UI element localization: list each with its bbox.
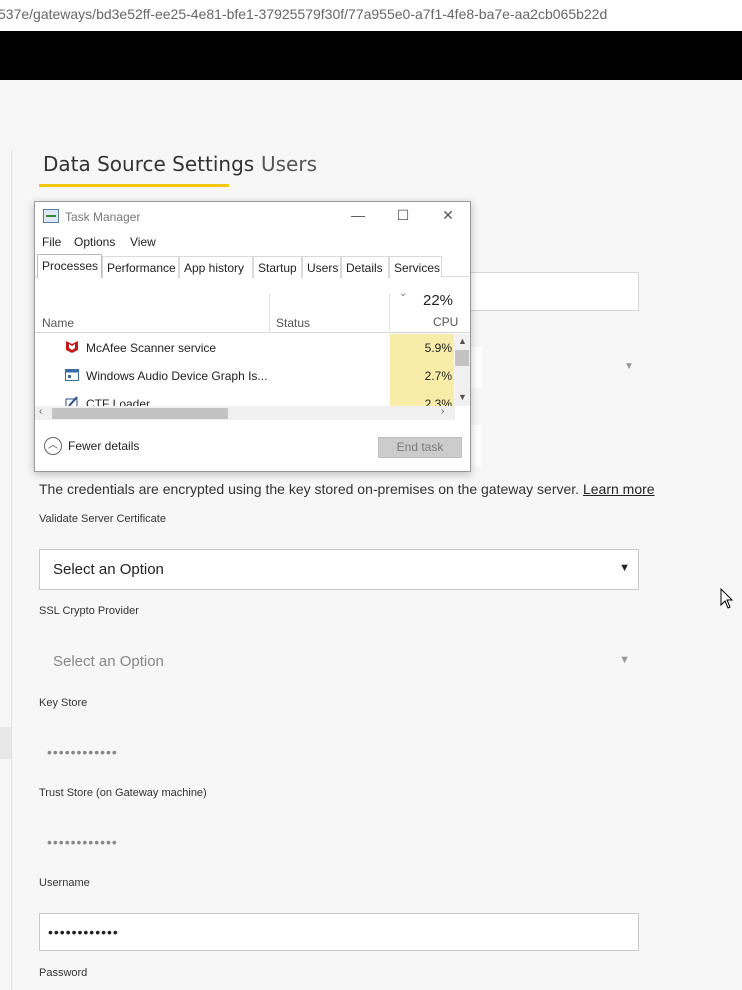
- table-row[interactable]: McAfee Scanner service 5.9%: [35, 334, 455, 362]
- validate-cert-select[interactable]: Select an Option ▼: [39, 549, 639, 590]
- active-tab-indicator: [39, 184, 229, 187]
- scroll-left-icon[interactable]: ‹: [39, 406, 42, 417]
- scroll-up-icon[interactable]: ▲: [458, 336, 467, 346]
- app-window-icon: [65, 369, 79, 381]
- left-nav-handle[interactable]: [0, 727, 11, 759]
- minimize-icon[interactable]: —: [346, 207, 370, 227]
- process-name: Windows Audio Device Graph Is...: [86, 369, 268, 383]
- tab-users[interactable]: Users: [261, 152, 317, 176]
- column-divider: [389, 293, 390, 333]
- ssl-provider-label: SSL Crypto Provider: [39, 605, 139, 617]
- tab-processes[interactable]: Processes: [37, 254, 102, 278]
- key-store-label: Key Store: [39, 697, 88, 709]
- column-name[interactable]: Name: [42, 316, 74, 330]
- menu-file[interactable]: File: [42, 235, 61, 249]
- scroll-right-icon[interactable]: ›: [441, 406, 444, 417]
- column-status[interactable]: Status: [276, 316, 310, 330]
- top-app-bar: [0, 31, 742, 80]
- mcafee-icon: [66, 341, 78, 353]
- ctf-loader-icon: [65, 396, 78, 406]
- password-label: Password: [39, 967, 88, 979]
- ssl-provider-select[interactable]: Select an Option ▼: [39, 641, 639, 682]
- end-task-button[interactable]: End task: [378, 437, 462, 458]
- close-icon[interactable]: ✕: [436, 207, 460, 227]
- menu-options[interactable]: Options: [74, 235, 115, 249]
- left-divider: [11, 150, 12, 990]
- ssl-provider-value: Select an Option: [53, 653, 164, 670]
- tab-users-tm[interactable]: Users: [302, 256, 341, 278]
- process-name: McAfee Scanner service: [86, 341, 217, 355]
- vertical-scroll-thumb[interactable]: [455, 350, 469, 366]
- vertical-scrollbar[interactable]: ▲ ▼: [455, 334, 470, 406]
- process-cpu: 2.3%: [390, 390, 454, 406]
- fewer-details-button[interactable]: ︿ Fewer details: [44, 437, 139, 457]
- address-bar[interactable]: 537e/gateways/bd3e52ff-ee25-4e81-bfe1-37…: [0, 0, 742, 31]
- table-row[interactable]: CTF Loader 2.3%: [35, 390, 455, 406]
- process-list: McAfee Scanner service 5.9% Windows Audi…: [35, 334, 455, 406]
- chevron-down-icon: ▼: [619, 654, 630, 666]
- horizontal-scrollbar[interactable]: ‹ ›: [35, 406, 455, 420]
- tab-performance[interactable]: Performance: [102, 256, 179, 278]
- sort-chevron-icon: ⌄: [399, 288, 408, 299]
- chevron-up-icon: ︿: [44, 437, 62, 455]
- mouse-pointer-icon: [720, 588, 734, 609]
- process-cpu: 5.9%: [390, 334, 454, 362]
- username-field[interactable]: ••••••••••••: [39, 913, 639, 951]
- tab-details[interactable]: Details: [341, 256, 389, 278]
- task-manager-title: Task Manager: [65, 210, 141, 224]
- trust-store-field[interactable]: ••••••••••••: [39, 824, 639, 862]
- task-manager-titlebar[interactable]: Task Manager — ☐ ✕: [35, 202, 470, 232]
- tab-app-history[interactable]: App history: [179, 256, 253, 278]
- fewer-details-label: Fewer details: [68, 439, 140, 453]
- column-divider: [269, 293, 270, 333]
- learn-more-link[interactable]: Learn more: [583, 481, 655, 497]
- table-row[interactable]: Windows Audio Device Graph Is... 2.7%: [35, 362, 455, 390]
- process-table-header: Name Status ⌄ 22% CPU: [35, 278, 470, 333]
- username-label: Username: [39, 877, 90, 889]
- encryption-info: The credentials are encrypted using the …: [39, 481, 655, 497]
- encryption-info-text: The credentials are encrypted using the …: [39, 481, 580, 497]
- tab-services[interactable]: Services: [389, 256, 442, 278]
- url-text: 537e/gateways/bd3e52ff-ee25-4e81-bfe1-37…: [0, 6, 608, 22]
- maximize-icon[interactable]: ☐: [391, 207, 415, 227]
- server-field[interactable]: [467, 272, 639, 311]
- chevron-down-icon: ▼: [619, 562, 630, 574]
- menu-view[interactable]: View: [130, 235, 156, 249]
- validate-cert-value: Select an Option: [53, 561, 164, 578]
- auth-method-chevron-icon: ▼: [624, 361, 634, 372]
- tab-startup[interactable]: Startup: [253, 256, 302, 278]
- key-store-field[interactable]: ••••••••••••: [39, 734, 639, 772]
- cpu-total: 22%: [423, 292, 454, 309]
- process-cpu: 2.7%: [390, 362, 454, 390]
- validate-cert-label: Validate Server Certificate: [39, 513, 166, 525]
- task-manager-icon: [43, 209, 59, 223]
- column-cpu[interactable]: CPU: [433, 315, 458, 329]
- trust-store-label: Trust Store (on Gateway machine): [39, 787, 207, 799]
- horizontal-scroll-thumb[interactable]: [52, 408, 228, 419]
- tab-data-source-settings[interactable]: Data Source Settings: [43, 152, 254, 176]
- process-name: CTF Loader: [86, 397, 151, 406]
- task-manager-window[interactable]: Task Manager — ☐ ✕ File Options View Pro…: [34, 201, 471, 472]
- scroll-down-icon[interactable]: ▼: [458, 392, 467, 402]
- task-manager-tabs: Processes Performance App history Startu…: [35, 254, 470, 278]
